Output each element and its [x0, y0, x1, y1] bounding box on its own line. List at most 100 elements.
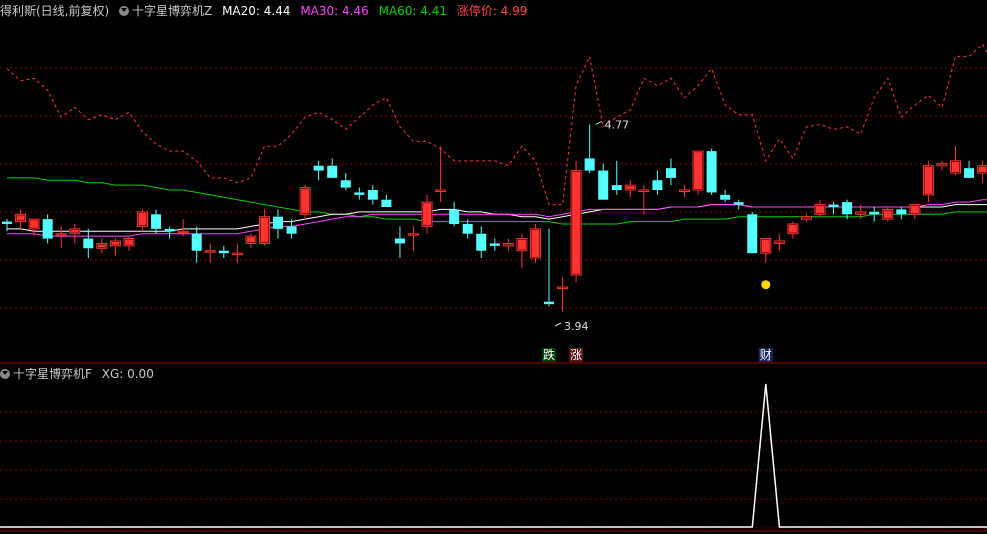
candle-body-fill [680, 191, 689, 192]
candle [245, 233, 257, 249]
candle-body [842, 202, 853, 215]
candle-body-fill [626, 186, 635, 189]
candle-body [720, 194, 731, 200]
price-annotations: 4.77 3.94 [554, 118, 771, 333]
candle [638, 185, 650, 215]
ma20-value: MA20: 4.44 [222, 4, 291, 18]
candle-body [544, 301, 554, 305]
candle-body-fill [788, 225, 797, 233]
candle-body-fill [246, 237, 255, 243]
signal-label: 涨 [570, 347, 582, 362]
candle-body [598, 170, 609, 200]
candle [354, 187, 365, 200]
candle [394, 226, 405, 258]
candle [747, 211, 758, 254]
candle [570, 160, 582, 283]
candle-body-fill [16, 215, 25, 221]
candle-body [611, 185, 622, 190]
signal-label: 财 [760, 348, 772, 362]
candle [814, 199, 826, 217]
candle-body-fill [423, 203, 432, 226]
candle-body [665, 168, 676, 178]
candle-body [489, 243, 500, 246]
candle [2, 219, 12, 232]
indicator-z-name[interactable]: 十字星博弈机Z [119, 4, 212, 18]
candle [964, 160, 975, 178]
candle [800, 214, 812, 222]
candle-body-fill [30, 220, 39, 228]
signal-dot [761, 280, 771, 290]
candle-body [828, 204, 839, 207]
candle [476, 226, 487, 258]
candle [624, 180, 636, 198]
candle-body [354, 192, 365, 195]
candle-body-fill [639, 191, 648, 192]
candle-body [733, 202, 744, 205]
candle-body [340, 180, 351, 188]
candle [557, 277, 569, 312]
signal-labels: 跌涨 财 [542, 347, 773, 362]
candle [760, 238, 772, 263]
candle-body-fill [910, 205, 919, 214]
dropdown-circle-icon[interactable] [119, 6, 130, 16]
candle [529, 224, 541, 263]
candle-body-fill [517, 239, 526, 250]
candle-body-fill [124, 239, 133, 245]
indicator-f-name[interactable]: 十字星博弈机F [0, 367, 92, 381]
candle-body-fill [70, 229, 79, 233]
candle-body [313, 165, 324, 171]
candle-body [476, 233, 487, 251]
dropdown-circle-icon[interactable] [0, 369, 10, 379]
candle-body-fill [951, 161, 960, 172]
candle [151, 209, 162, 234]
candle-body [367, 190, 378, 200]
candle [502, 238, 514, 251]
candle [327, 158, 338, 178]
ma30-value: MA30: 4.46 [300, 4, 369, 18]
candle-body [584, 158, 595, 171]
candle [665, 158, 676, 186]
candle-body-fill [206, 251, 215, 253]
candle-body-fill [436, 191, 445, 192]
candle-body [191, 233, 202, 251]
candle [191, 226, 202, 263]
candle [909, 204, 921, 220]
candle-body-fill [694, 152, 703, 189]
candle [773, 233, 785, 251]
candle [109, 238, 121, 256]
candle-body-fill [883, 210, 892, 219]
candle-body-fill [111, 242, 120, 245]
signal-label: 跌 [543, 347, 555, 362]
candle [15, 209, 27, 229]
candle [137, 209, 148, 232]
candle-body [462, 224, 473, 234]
candle [516, 233, 528, 268]
kline-chart[interactable]: 4.77 3.94 跌涨 财 [0, 0, 987, 534]
candle [896, 207, 907, 220]
candle-body-fill [572, 171, 581, 274]
candle [692, 150, 704, 195]
candle-body-fill [57, 234, 66, 236]
xg-value: XG: 0.00 [101, 367, 154, 381]
candle-body [273, 216, 283, 229]
annotation-arrow [554, 322, 562, 327]
candle-body-fill [558, 288, 567, 289]
upper-grid [0, 67, 987, 309]
stock-title[interactable]: 得利斯(日线,前复权) [0, 4, 109, 18]
candle [218, 245, 229, 258]
candle [421, 194, 433, 234]
candle [69, 224, 81, 244]
candle-body-fill [504, 244, 513, 245]
xg-indicator [0, 383, 987, 528]
candle-body [747, 214, 758, 254]
candle-body-fill [409, 234, 418, 236]
xg-series-line [0, 383, 987, 528]
candle-body-fill [233, 254, 242, 255]
candle [733, 199, 744, 210]
limit-price-value: 涨停价: 4.99 [456, 4, 528, 18]
candle-body-fill [802, 217, 811, 219]
candles-group [2, 124, 987, 312]
candle-body [218, 250, 229, 254]
candle [598, 163, 609, 200]
candle [489, 238, 500, 251]
